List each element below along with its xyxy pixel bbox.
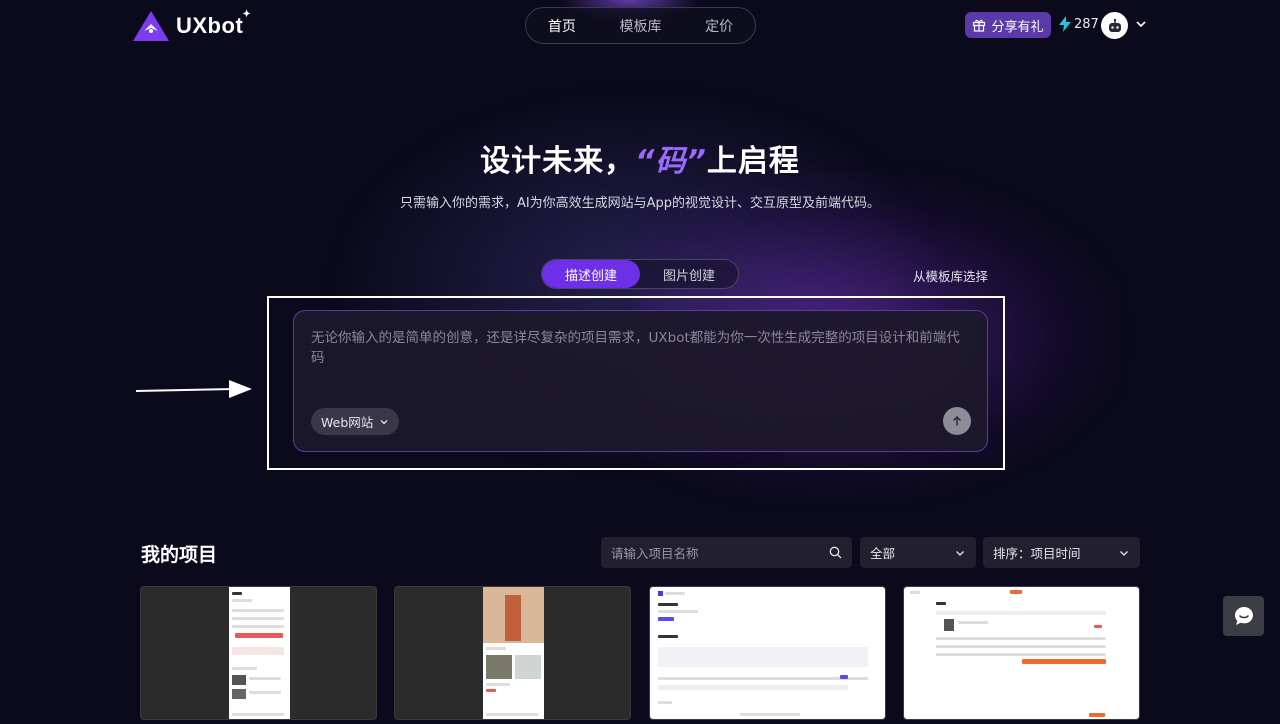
credits-value: 287 [1074,16,1099,32]
create-mode-tabs: 描述创建 图片创建 [541,259,739,289]
main-nav: 首页 模板库 定价 [525,7,756,44]
project-card[interactable] [394,586,631,720]
project-type-select[interactable]: Web网站 [311,408,400,435]
nav-pricing[interactable]: 定价 [699,16,739,36]
project-filter-select[interactable]: 全部 [860,537,976,568]
arrow-up-icon [952,415,962,426]
share-gift-label: 分享有礼 [991,19,1044,35]
logo-text: UXbot ✦ [176,9,252,38]
project-card[interactable] [140,586,377,720]
select-from-templates-link[interactable]: 从模板库选择 [913,266,988,285]
project-card[interactable] [649,586,886,720]
project-type-value: Web网站 [321,415,374,430]
filter-value: 全部 [870,546,896,561]
tab-image-create[interactable]: 图片创建 [640,260,738,288]
lightning-icon [1059,16,1071,32]
logo[interactable]: UXbot ✦ [132,9,252,42]
avatar[interactable] [1101,12,1128,39]
project-card[interactable] [903,586,1140,720]
chat-icon [1234,607,1253,625]
prompt-input[interactable]: 无论你输入的是简单的创意，还是详尽复杂的项目需求，UXbot都能为你一次性生成完… [293,310,988,452]
hero-subtitle: 只需输入你的需求，AI为你高效生成网站与App的视觉设计、交互原型及前端代码。 [399,196,881,211]
nav-home[interactable]: 首页 [542,16,582,36]
chevron-down-icon [1120,550,1128,556]
sort-text: 排序：项目时间 [993,546,1081,561]
search-placeholder: 请输入项目名称 [611,546,699,561]
send-button[interactable] [943,407,971,435]
arrow-right-icon [135,380,252,398]
prompt-placeholder: 无论你输入的是简单的创意，还是详尽复杂的项目需求，UXbot都能为你一次性生成完… [311,330,960,366]
robot-icon [1108,18,1121,32]
chat-support-button[interactable] [1223,596,1264,636]
share-gift-button[interactable]: 分享有礼 [965,12,1051,38]
tab-describe-create[interactable]: 描述创建 [542,260,640,288]
logo-icon [133,11,169,41]
gift-icon [973,19,986,32]
chevron-down-icon [380,419,388,424]
nav-templates[interactable]: 模板库 [613,16,667,36]
project-sort-select[interactable]: 排序：项目时间 [983,537,1140,568]
hero-title: 设计未来，“码”上启程 [480,144,800,179]
chevron-down-icon[interactable] [1134,17,1148,31]
project-search-input[interactable]: 请输入项目名称 [601,537,852,568]
credits-counter[interactable]: 287 [1059,16,1099,32]
project-thumbnail [483,587,544,719]
section-title-my-projects: 我的项目 [141,544,218,566]
search-icon[interactable] [829,546,842,559]
project-thumbnail [229,587,290,719]
chevron-down-icon [956,550,964,556]
